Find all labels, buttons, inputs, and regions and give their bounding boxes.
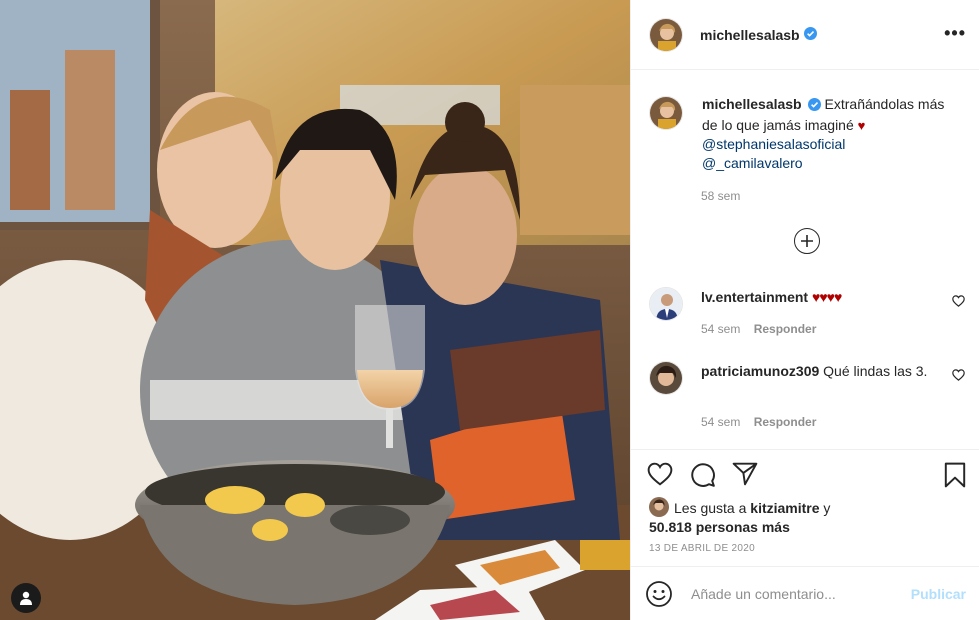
post-date[interactable]: 13 DE ABRIL DE 2020 [649,543,755,554]
mention-link[interactable]: @_camilavalero [702,154,962,173]
caption-username[interactable]: michellesalasb [702,96,802,112]
avatar-image [650,97,682,129]
comment-text: lv.entertainment ♥♥♥♥ [701,288,941,307]
post-photo[interactable] [0,0,630,620]
comment-meta: 54 sem Responder [701,322,816,336]
caption-timestamp[interactable]: 58 sem [701,189,740,203]
plus-circle-icon [801,235,813,247]
liker-avatar[interactable] [649,497,669,517]
post-side-panel: michellesalasb ••• michellesalasb Extrañ… [630,0,979,620]
comment-icon [691,463,715,487]
heart-emoji: ♥ [857,118,866,133]
comment-username[interactable]: lv.entertainment [701,289,808,305]
post-caption: michellesalasb Extrañándolas más de lo q… [649,95,969,173]
verified-badge-icon [807,97,821,116]
avatar[interactable] [649,17,683,52]
comment-timestamp[interactable]: 54 sem [701,322,740,336]
save-icon [944,462,966,488]
add-comment-form: Publicar [631,566,979,620]
emoji-button[interactable] [645,580,673,608]
likes-connector: y [823,500,831,516]
comment-avatar[interactable] [649,287,683,321]
more-options-button[interactable]: ••• [944,24,966,42]
avatar-image [650,288,682,320]
comment-username[interactable]: patriciamunoz309 [701,363,819,379]
heart-icon [952,295,965,307]
comment-body: ♥♥♥♥ [812,289,842,305]
like-button[interactable] [647,462,673,489]
comment-button[interactable] [690,462,716,491]
caption-body: michellesalasb Extrañándolas más de lo q… [702,95,962,173]
avatar-image [649,497,669,517]
comment-meta: 54 sem Responder [701,415,816,429]
post-actions-bar [631,449,979,499]
heart-icon [647,462,673,486]
likes-count-link[interactable]: 50.818 personas más [649,519,790,535]
post-image [0,0,630,620]
share-button[interactable] [732,462,758,489]
likes-summary: Les gusta a kitziamitre y 50.818 persona… [649,497,969,537]
comment-like-button[interactable] [952,368,965,384]
reply-button[interactable]: Responder [754,322,817,336]
likes-prefix: Les gusta a [674,500,747,516]
comment-timestamp[interactable]: 54 sem [701,415,740,429]
caption-avatar[interactable] [649,96,683,130]
comment-body: Qué lindas las 3. [823,363,928,379]
save-button[interactable] [944,462,966,491]
verified-badge-icon [803,26,817,43]
avatar-image [650,18,682,51]
comment-input[interactable] [691,585,903,602]
mention-link[interactable]: @stephaniesalasoficial [702,135,962,154]
comment-item: lv.entertainment ♥♥♥♥ 54 sem Responder [649,287,969,337]
user-icon [20,591,32,605]
comment-text: patriciamunoz309 Qué lindas las 3. [701,362,941,381]
post-header: michellesalasb ••• [631,0,979,70]
post-author-username[interactable]: michellesalasb [700,27,800,43]
liker-username[interactable]: kitziamitre [750,500,819,516]
comment-avatar[interactable] [649,361,683,395]
avatar-image [650,362,682,394]
comment-like-button[interactable] [952,294,965,310]
comment-item: patriciamunoz309 Qué lindas las 3. 54 se… [649,361,969,431]
share-icon [732,462,758,486]
load-more-comments-button[interactable] [794,228,820,254]
heart-icon [952,369,965,381]
tagged-users-button[interactable] [11,583,41,613]
publish-button[interactable]: Publicar [911,586,966,602]
emoji-icon [646,580,672,607]
reply-button[interactable]: Responder [754,415,817,429]
